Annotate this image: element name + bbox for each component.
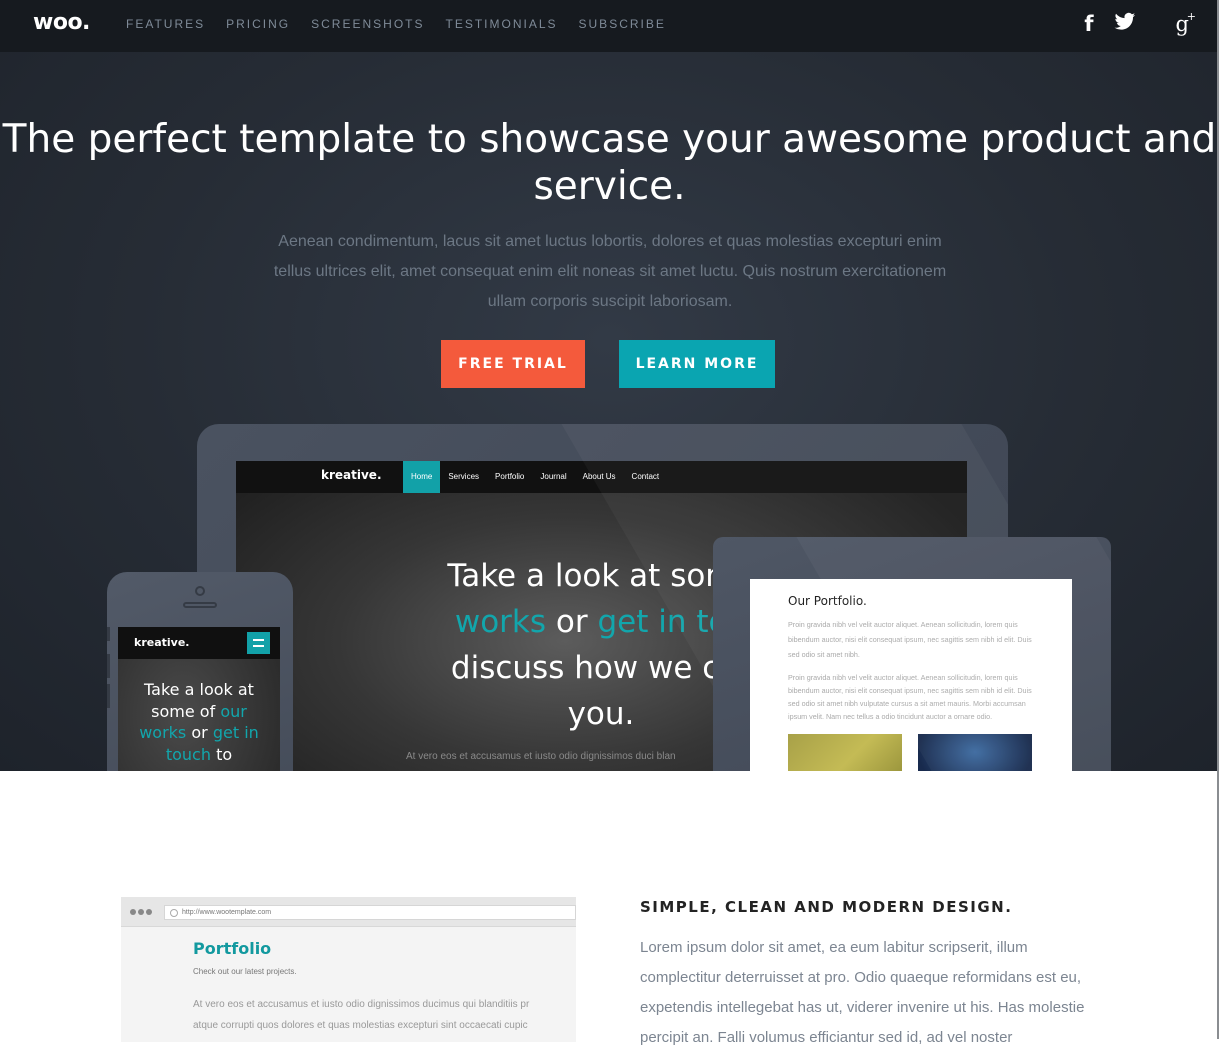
phone-logo: kreative. [134, 636, 190, 649]
site-logo[interactable]: woo. [33, 10, 90, 35]
mockup-menu-journal: Journal [540, 472, 567, 481]
feature-title: SIMPLE, CLEAN AND MODERN DESIGN. [640, 898, 1013, 916]
mockup-headline-line4: you. [567, 696, 635, 732]
portfolio-thumbnail [788, 734, 902, 771]
phone-side-button [107, 684, 110, 708]
browser-body-line: At vero eos et accusamus et iusto odio d… [193, 999, 530, 1010]
tablet-title: Our Portfolio. [788, 594, 867, 608]
hamburger-menu-icon [247, 632, 270, 654]
phone-mockup: kreative. Take a look at some of our wor… [107, 572, 293, 771]
phone-camera [195, 586, 205, 596]
tablet-paragraph: Proin gravida nibh vel velit auctor aliq… [788, 620, 1032, 659]
tablet-mockup: Our Portfolio. Proin gravida nibh vel ve… [713, 537, 1111, 771]
google-plus-icon[interactable]: g + [1156, 10, 1196, 37]
twitter-icon[interactable] [1114, 12, 1136, 37]
phone-headline: Take a look at some of our works or get … [118, 679, 280, 765]
free-trial-button[interactable]: FREE TRIAL [441, 340, 585, 388]
window-dot [130, 909, 136, 915]
browser-body-line: atque corrupti quos dolores et quas mole… [193, 1020, 528, 1031]
browser-page-title: Portfolio [193, 939, 272, 958]
nav-testimonials[interactable]: TESTIMONIALS [446, 17, 558, 31]
mockup-menu-contact: Contact [631, 472, 660, 481]
nav-subscribe[interactable]: SUBSCRIBE [579, 17, 666, 31]
tablet-screen: Our Portfolio. Proin gravida nibh vel ve… [750, 579, 1072, 771]
mockup-headline-line1: Take a look at some [447, 558, 755, 594]
browser-screenshot: http://www.wootemplate.com Portfolio Che… [121, 897, 576, 1042]
mockup-headline-works: works [454, 604, 547, 640]
tablet-paragraph: Proin gravida nibh vel velit auctor aliq… [788, 673, 1032, 721]
hero-title: The perfect template to showcase your aw… [2, 117, 1217, 209]
phone-speaker [183, 602, 217, 608]
top-navbar: woo. FEATURES PRICING SCREENSHOTS TESTIM… [0, 0, 1219, 52]
hero-subtitle: Aenean condimentum, lacus sit amet luctu… [273, 233, 947, 310]
phone-side-button [107, 627, 110, 641]
mockup-small-text: At vero eos et accusamus et iusto odio d… [406, 751, 676, 762]
mockup-menu-services: Services [448, 472, 480, 481]
browser-page-subtitle: Check out our latest projects. [193, 967, 297, 976]
feature-body: Lorem ipsum dolor sit amet, ea eum labit… [640, 939, 1085, 1046]
phone-side-button [107, 654, 110, 678]
browser-toolbar: http://www.wootemplate.com [121, 897, 576, 927]
mockup-menu-portfolio: Portfolio [495, 472, 525, 481]
facebook-icon[interactable]: f [1084, 12, 1093, 37]
window-dot [138, 909, 144, 915]
mockup-headline-line3: discuss how we car [450, 650, 752, 686]
nav-features[interactable]: FEATURES [126, 17, 205, 31]
mockup-navbar: kreative. Home Services Portfolio Journa… [236, 461, 967, 493]
main-nav: FEATURES PRICING SCREENSHOTS TESTIMONIAL… [126, 17, 687, 31]
phone-screen: kreative. Take a look at some of our wor… [118, 627, 280, 771]
browser-url-bar: http://www.wootemplate.com [164, 905, 576, 920]
hero-section: The perfect template to showcase your aw… [0, 52, 1219, 771]
social-links: f g + [1064, 10, 1196, 37]
nav-pricing[interactable]: PRICING [226, 17, 290, 31]
mockup-headline-or: or [555, 604, 588, 640]
mockup-menu: Home Services Portfolio Journal About Us… [403, 461, 667, 493]
phone-headline-part2: to [216, 744, 233, 764]
portfolio-thumbnail [918, 734, 1032, 771]
mockup-menu-home: Home [403, 461, 441, 493]
phone-navbar: kreative. [118, 627, 280, 659]
mockup-menu-about: About Us [582, 472, 616, 481]
browser-page-body: At vero eos et accusamus et iusto odio d… [193, 994, 576, 1036]
mockup-logo: kreative. [321, 468, 382, 482]
nav-screenshots[interactable]: SCREENSHOTS [311, 17, 424, 31]
window-dot [146, 909, 152, 915]
phone-headline-or: or [191, 723, 208, 742]
learn-more-button[interactable]: LEARN MORE [619, 340, 775, 388]
